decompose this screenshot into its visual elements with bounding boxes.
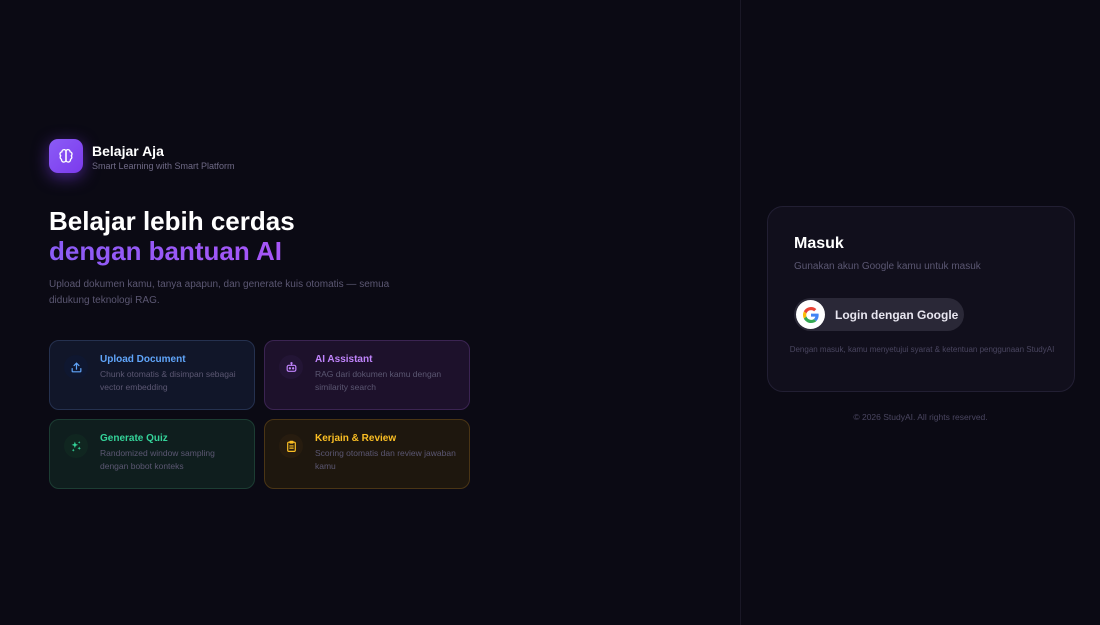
google-login-button[interactable]: Login dengan Google: [794, 298, 964, 331]
headline-line-2: dengan bantuan AI: [49, 236, 295, 266]
login-panel: Masuk Gunakan akun Google kamu untuk mas…: [741, 0, 1100, 625]
login-subtitle: Gunakan akun Google kamu untuk masuk: [794, 261, 981, 272]
brand-tagline: Smart Learning with Smart Platform: [92, 160, 235, 171]
google-login-label: Login dengan Google: [835, 307, 959, 322]
login-title: Masuk: [794, 235, 844, 252]
feature-card-generate-quiz: Generate Quiz Randomized window sampling…: [49, 419, 255, 489]
brand: Belajar Aja Smart Learning with Smart Pl…: [49, 139, 235, 173]
feature-card-review: Kerjain & Review Scoring otomatis dan re…: [264, 419, 470, 489]
feature-description: Chunk otomatis & disimpan sebagai vector…: [100, 369, 236, 392]
feature-description: Randomized window sampling dengan bobot …: [100, 448, 215, 471]
feature-description: Scoring otomatis dan review jawaban kamu: [315, 448, 456, 471]
feature-title: Upload Document: [100, 354, 186, 365]
clipboard-icon: [279, 434, 303, 458]
feature-title: Kerjain & Review: [315, 433, 397, 444]
terms-text: Dengan masuk, kamu menyetujui syarat & k…: [789, 345, 1055, 354]
brand-name: Belajar Aja: [92, 142, 164, 159]
feature-description: RAG dari dokumen kamu dengan similarity …: [315, 369, 442, 392]
google-icon: [796, 300, 825, 329]
hero-headline: Belajar lebih cerdas dengan bantuan AI: [49, 206, 295, 266]
login-card: Masuk Gunakan akun Google kamu untuk mas…: [767, 206, 1075, 392]
hero-subtitle: Upload dokumen kamu, tanya apapun, dan g…: [49, 279, 390, 306]
headline-line-1: Belajar lebih cerdas: [49, 206, 295, 236]
brain-icon: [49, 139, 83, 173]
sparkles-icon: [64, 434, 88, 458]
feature-card-upload: Upload Document Chunk otomatis & disimpa…: [49, 340, 255, 410]
copyright: © 2026 StudyAI. All rights reserved.: [853, 412, 988, 422]
feature-card-ai-assistant: AI Assistant RAG dari dokumen kamu denga…: [264, 340, 470, 410]
feature-title: AI Assistant: [315, 354, 373, 365]
feature-title: Generate Quiz: [100, 433, 168, 444]
robot-icon: [279, 355, 303, 379]
upload-icon: [64, 355, 88, 379]
hero-panel: Belajar Aja Smart Learning with Smart Pl…: [0, 0, 740, 625]
